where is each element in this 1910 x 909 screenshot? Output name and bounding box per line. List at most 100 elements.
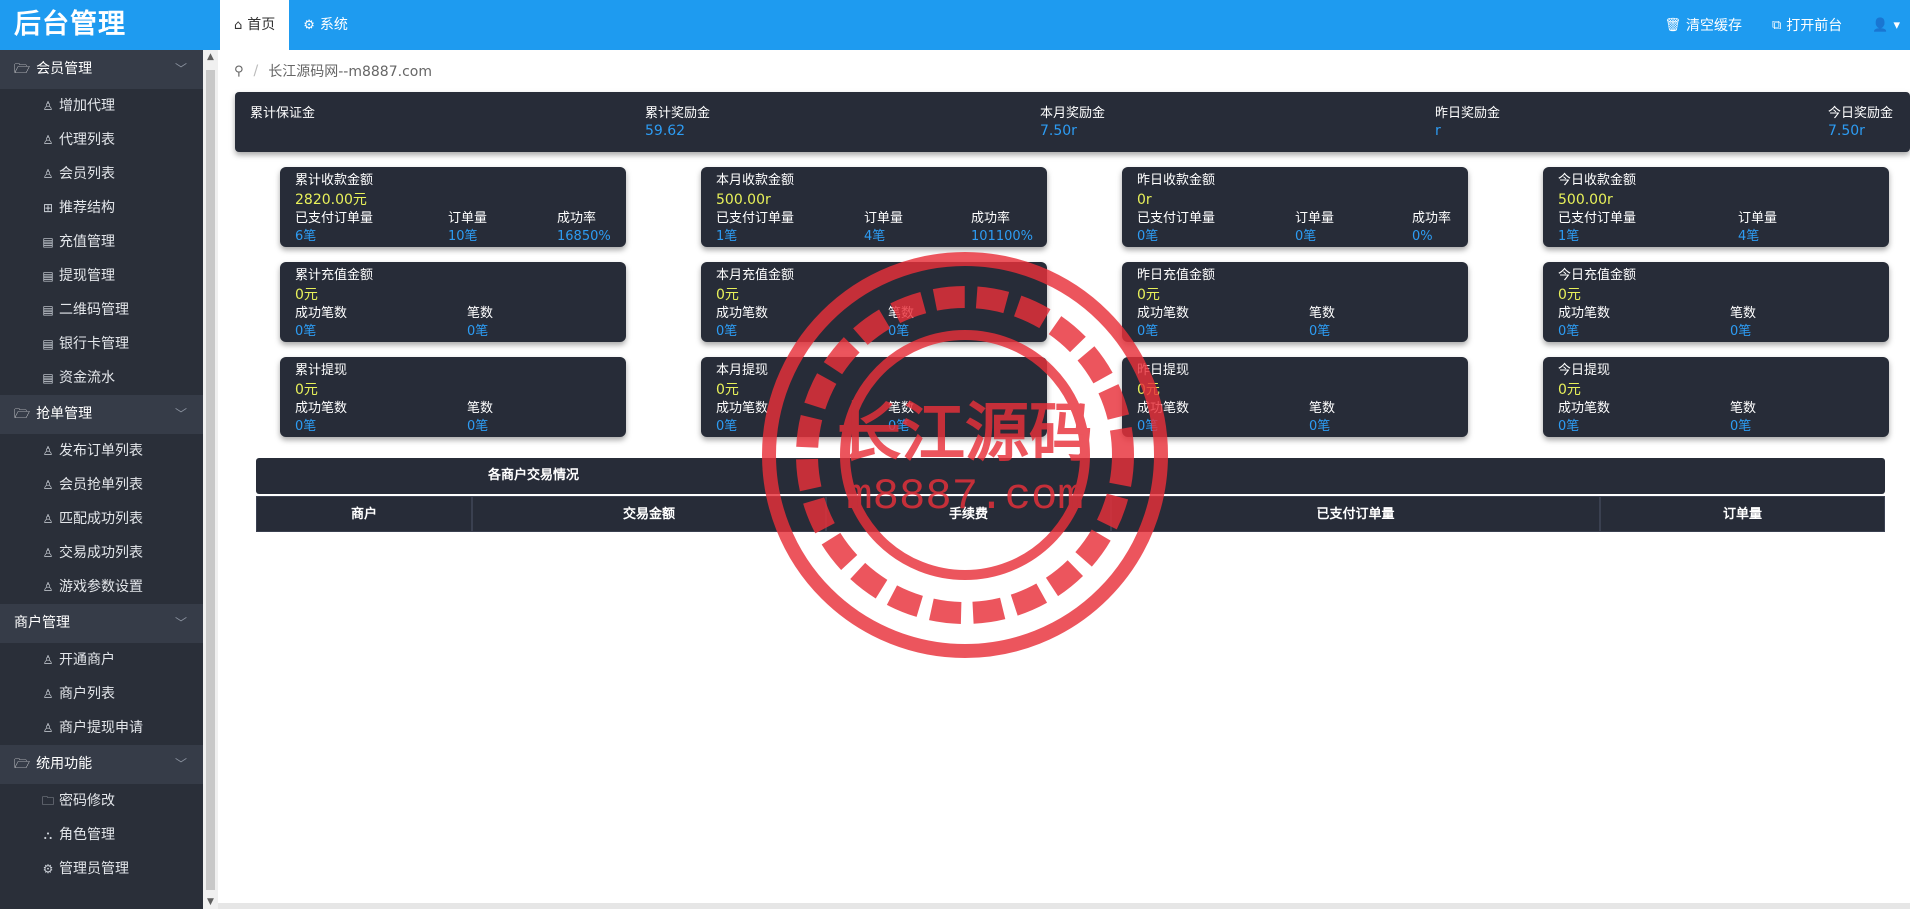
column-header-fee[interactable]: 手续费 <box>826 496 1111 532</box>
sidebar-item-merchant-list[interactable]: ♙ 商户列表 <box>0 677 203 711</box>
card-title: 本月收款金额 <box>716 173 795 188</box>
card-label: 笔数 <box>1309 401 1336 416</box>
sidebar-group-merchant[interactable]: 商户管理 ﹀ <box>0 604 203 643</box>
card-title: 今日充值金额 <box>1558 268 1637 283</box>
clear-cache-label: 清空缓存 <box>1685 18 1742 34</box>
sidebar-item-member-list[interactable]: ♙ 会员列表 <box>0 157 203 191</box>
scrollbar-thumb[interactable] <box>206 70 215 890</box>
summary-yesterday-reward: 昨日奖励金 r <box>1435 102 1500 139</box>
sidebar-item-label: 会员抢单列表 <box>59 477 143 493</box>
sidebar-item-label: 匹配成功列表 <box>59 511 143 527</box>
sidebar-group-label: 统用功能 <box>36 756 93 772</box>
sidebar-item-withdraw[interactable]: ▤ 提现管理 <box>0 259 203 293</box>
card-label: 成功笔数 <box>716 401 769 416</box>
card-value: 0笔 <box>1730 324 1752 339</box>
open-frontend-button[interactable]: ⧉ 打开前台 <box>1772 15 1842 35</box>
card-label: 成功笔数 <box>1558 401 1611 416</box>
user-icon: ♙ <box>42 721 54 735</box>
sidebar-item-recharge[interactable]: ▤ 充值管理 <box>0 225 203 259</box>
card-value: 0笔 <box>295 419 317 434</box>
clear-cache-button[interactable]: 🗑 清空缓存 <box>1664 15 1742 35</box>
column-header-order-count[interactable]: 订单量 <box>1600 496 1885 532</box>
card-value: 16850% <box>557 229 611 244</box>
summary-value: 7.50r <box>1828 123 1865 139</box>
scroll-up-icon[interactable]: ▲ <box>203 52 218 62</box>
card-label: 已支付订单量 <box>716 211 795 226</box>
card-label: 笔数 <box>1730 306 1757 321</box>
tab-home[interactable]: ⌂ 首页 <box>220 0 290 50</box>
sidebar-scrollbar[interactable]: ▲ ▼ <box>203 50 218 909</box>
summary-value: 59.62 <box>645 123 686 139</box>
file-icon: ▤ <box>42 337 54 351</box>
sidebar-item-cash-flow[interactable]: ▤ 资金流水 <box>0 361 203 395</box>
card-label: 订单量 <box>1295 211 1335 226</box>
card-title: 今日提现 <box>1558 363 1611 378</box>
card-label: 笔数 <box>1730 401 1757 416</box>
sidebar-item-member-grabs[interactable]: ♙ 会员抢单列表 <box>0 468 203 502</box>
card-value: 0笔 <box>716 419 738 434</box>
tab-system[interactable]: ⚙ 系统 <box>289 0 362 50</box>
folder-icon: 🗀 <box>42 794 55 808</box>
sidebar-item-add-agent[interactable]: ♙ 增加代理 <box>0 89 203 123</box>
sidebar-item-label: 商户列表 <box>59 686 115 702</box>
card-label: 成功笔数 <box>1558 306 1611 321</box>
sidebar-group-member[interactable]: 🗁 会员管理 ﹀ <box>0 50 203 89</box>
card-label: 成功笔数 <box>716 306 769 321</box>
card-label: 成功笔数 <box>295 306 348 321</box>
sidebar-group-common[interactable]: 🗁 统用功能 ﹀ <box>0 745 203 784</box>
column-header-amount[interactable]: 交易金额 <box>472 496 826 532</box>
sidebar-item-roles[interactable]: ⛬ 角色管理 <box>0 818 203 852</box>
card-label: 订单量 <box>1738 211 1778 226</box>
card-title: 累计提现 <box>295 363 348 378</box>
sidebar-item-open-merchant[interactable]: ♙ 开通商户 <box>0 643 203 677</box>
sidebar-item-label: 游戏参数设置 <box>59 579 143 595</box>
column-header-merchant[interactable]: 商户 <box>256 496 472 532</box>
card-value: 0笔 <box>1730 419 1752 434</box>
breadcrumb: ⚲ / 长江源码网--m8887.com <box>234 60 432 82</box>
card-value: 0笔 <box>467 419 489 434</box>
location-icon: ⚲ <box>234 63 244 79</box>
sidebar-item-bank-card[interactable]: ▤ 银行卡管理 <box>0 327 203 361</box>
card-title: 累计收款金额 <box>295 173 374 188</box>
sidebar-item-label: 提现管理 <box>59 268 115 284</box>
summary-value: 7.50r <box>1040 123 1077 139</box>
card-title: 累计充值金额 <box>295 268 374 283</box>
header-actions: 🗑 清空缓存 ⧉ 打开前台 👤 ▾ <box>1664 0 1900 50</box>
card-amount: 0r <box>1137 192 1152 208</box>
card-yesterday-receipts: 昨日收款金额 0r 已支付订单量 订单量 成功率 0笔 0笔 0% <box>1122 167 1468 247</box>
scroll-down-icon[interactable]: ▼ <box>203 897 218 907</box>
card-title: 今日收款金额 <box>1558 173 1637 188</box>
summary-label: 累计保证金 <box>250 106 316 121</box>
user-icon: ♙ <box>42 478 54 492</box>
card-total-receipts: 累计收款金额 2820.00元 已支付订单量 订单量 成功率 6笔 10笔 16850% <box>280 167 626 247</box>
breadcrumb-text[interactable]: 长江源码网--m8887.com <box>268 61 432 81</box>
top-header: 后台管理 ⌂ 首页 ⚙ 系统 🗑 清空缓存 ⧉ 打开前台 👤 ▾ <box>0 0 1910 50</box>
summary-value: r <box>1435 123 1441 139</box>
card-amount: 0元 <box>1137 287 1160 303</box>
card-total-withdraw: 累计提现 0元 成功笔数 笔数 0笔 0笔 <box>280 357 626 437</box>
card-title: 昨日充值金额 <box>1137 268 1216 283</box>
card-label: 订单量 <box>448 211 488 226</box>
summary-label: 累计奖励金 <box>645 106 711 121</box>
sidebar-item-matched[interactable]: ♙ 匹配成功列表 <box>0 502 203 536</box>
sidebar-item-game-params[interactable]: ♙ 游戏参数设置 <box>0 570 203 604</box>
card-value: 0笔 <box>295 324 317 339</box>
sidebar-item-referral-structure[interactable]: ⊞ 推荐结构 <box>0 191 203 225</box>
sidebar-item-qrcode[interactable]: ▤ 二维码管理 <box>0 293 203 327</box>
card-amount: 0元 <box>1137 382 1160 398</box>
sidebar-item-trade-success[interactable]: ♙ 交易成功列表 <box>0 536 203 570</box>
sidebar-item-admins[interactable]: ⚙ 管理员管理 <box>0 852 203 886</box>
sidebar-item-published-orders[interactable]: ♙ 发布订单列表 <box>0 434 203 468</box>
card-label: 成功笔数 <box>1137 401 1190 416</box>
card-value: 0笔 <box>1137 229 1159 244</box>
horizontal-scrollbar[interactable] <box>218 903 1910 909</box>
card-label: 订单量 <box>864 211 904 226</box>
column-header-paid-orders[interactable]: 已支付订单量 <box>1111 496 1600 532</box>
card-amount: 0元 <box>295 382 318 398</box>
sidebar-item-label: 充值管理 <box>59 234 115 250</box>
sidebar-group-grab-order[interactable]: 🗁 抢单管理 ﹀ <box>0 395 203 434</box>
sidebar-item-password[interactable]: 🗀 密码修改 <box>0 784 203 818</box>
user-menu-button[interactable]: 👤 ▾ <box>1872 19 1900 32</box>
sidebar-item-merchant-withdraw[interactable]: ♙ 商户提现申请 <box>0 711 203 745</box>
sidebar-item-agent-list[interactable]: ♙ 代理列表 <box>0 123 203 157</box>
